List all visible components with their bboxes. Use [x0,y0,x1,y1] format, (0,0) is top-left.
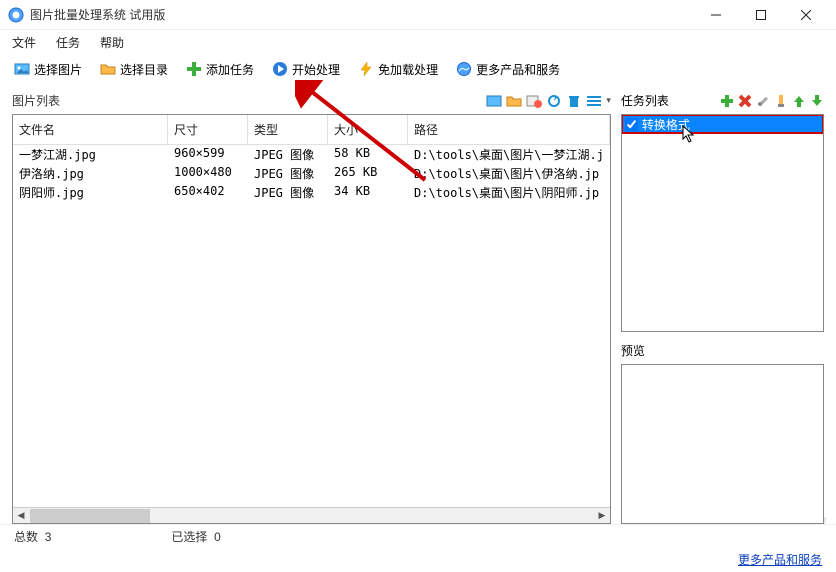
view-mode-icon[interactable] [586,94,602,108]
scan-icon[interactable] [526,94,542,108]
task-delete-icon[interactable] [738,94,752,108]
toolbar: 选择图片 选择目录 添加任务 开始处理 免加载处理 更多产品和服务 [0,54,836,84]
start-process-button[interactable]: 开始处理 [266,59,346,80]
status-selected: 已选择 0 [171,528,220,545]
window-title: 图片批量处理系统 试用版 [30,6,693,23]
maximize-button[interactable] [738,1,783,29]
file-table-header: 文件名 尺寸 类型 大小 路径 [13,115,610,145]
folder-small-icon[interactable] [506,94,522,108]
task-list-box[interactable]: 转换格式 [621,114,824,332]
task-move-down-icon[interactable] [810,94,824,108]
menu-file[interactable]: 文件 [12,34,36,51]
column-size[interactable]: 大小 [328,115,408,144]
folder-icon [100,61,116,77]
thumbnail-icon[interactable] [486,94,502,108]
menubar: 文件 任务 帮助 [0,30,836,54]
column-path[interactable]: 路径 [408,115,610,144]
titlebar: 图片批量处理系统 试用版 [0,0,836,30]
close-button[interactable] [783,1,828,29]
task-brush-icon[interactable] [774,94,788,108]
horizontal-scrollbar[interactable]: ◀ ▶ [13,507,610,523]
scroll-left-icon[interactable]: ◀ [13,510,29,521]
minimize-button[interactable] [693,1,738,29]
more-products-button[interactable]: 更多产品和服务 [450,59,566,80]
select-image-button[interactable]: 选择图片 [8,59,88,80]
menu-help[interactable]: 帮助 [100,34,124,51]
task-list-title: 任务列表 [621,92,720,109]
image-list-title: 图片列表 [12,92,486,109]
preview-pane: 预览 [621,342,824,524]
plus-icon [186,61,202,77]
scroll-thumb[interactable] [30,509,150,523]
add-task-button[interactable]: 添加任务 [180,59,260,80]
table-row[interactable]: 阴阳师.jpg 650×402 JPEG 图像 34 KB D:\tools\桌… [13,183,610,202]
file-table[interactable]: 文件名 尺寸 类型 大小 路径 一梦江湖.jpg 960×599 JPEG 图像… [12,114,611,524]
free-plugin-button[interactable]: 免加载处理 [352,59,444,80]
app-icon [8,7,24,23]
dropdown-icon[interactable]: ▾ [606,95,611,106]
task-move-up-icon[interactable] [792,94,806,108]
trash-icon[interactable] [566,94,582,108]
task-checkbox[interactable] [625,118,638,131]
menu-task[interactable]: 任务 [56,34,80,51]
task-list-pane: 任务列表 转换格式 [621,92,824,332]
column-dimensions[interactable]: 尺寸 [168,115,248,144]
table-row[interactable]: 一梦江湖.jpg 960×599 JPEG 图像 58 KB D:\tools\… [13,145,610,164]
scroll-right-icon[interactable]: ▶ [594,510,610,521]
column-name[interactable]: 文件名 [13,115,168,144]
preview-title: 预览 [621,342,824,359]
picture-icon [14,61,30,77]
annotation-highlight: 转换格式 [621,114,824,134]
preview-box [621,364,824,524]
file-table-body: 一梦江湖.jpg 960×599 JPEG 图像 58 KB D:\tools\… [13,145,610,507]
globe-icon [456,61,472,77]
play-icon [272,61,288,77]
image-list-toolbar: ▾ [486,94,611,108]
statusbar: 总数 3 已选择 0 [0,524,836,548]
recycle-icon[interactable] [546,94,562,108]
task-settings-icon[interactable] [756,94,770,108]
footer-more-products-link[interactable]: 更多产品和服务 [738,551,822,568]
bolt-icon [358,61,374,77]
column-type[interactable]: 类型 [248,115,328,144]
status-total: 总数 3 [14,528,51,545]
select-folder-button[interactable]: 选择目录 [94,59,174,80]
image-list-pane: 图片列表 ▾ 文件名 尺寸 类型 大小 路径 一梦江湖.jpg [12,92,611,524]
table-row[interactable]: 伊洛纳.jpg 1000×480 JPEG 图像 265 KB D:\tools… [13,164,610,183]
task-item-convert-format[interactable]: 转换格式 [623,116,822,132]
task-add-icon[interactable] [720,94,734,108]
